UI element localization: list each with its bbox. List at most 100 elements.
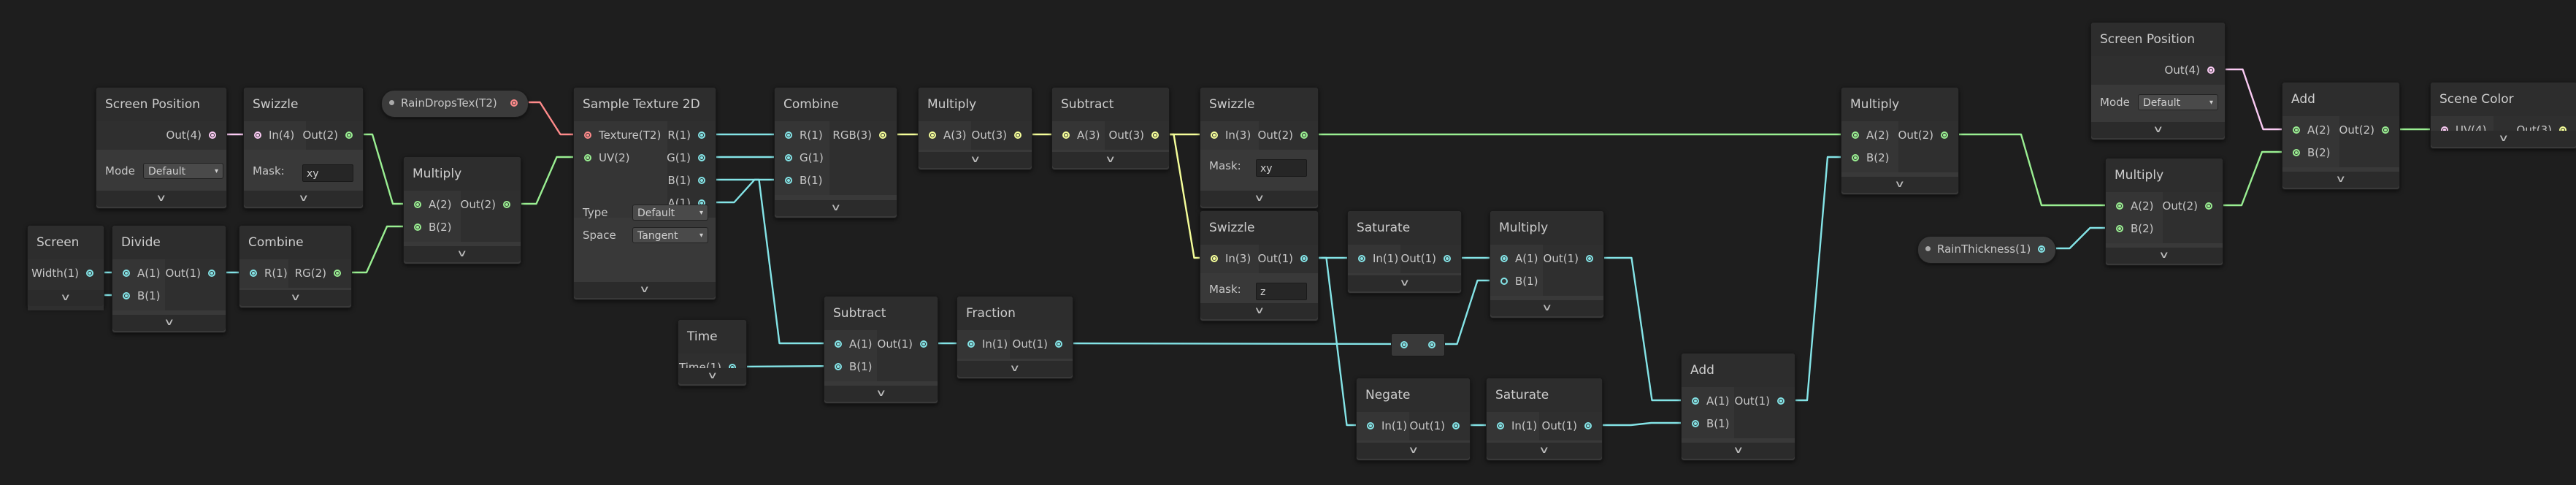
expand-toggle[interactable]: ∨ bbox=[404, 246, 521, 262]
input-port-a[interactable]: A(3) bbox=[919, 124, 967, 146]
input-port-in[interactable]: In(1) bbox=[1348, 248, 1398, 270]
port-connector-icon[interactable] bbox=[1777, 397, 1785, 405]
input-port-b[interactable]: B(1) bbox=[1490, 270, 1538, 292]
input-port-b[interactable]: B(2) bbox=[2282, 142, 2331, 164]
port-connector-icon[interactable] bbox=[254, 131, 261, 139]
port-connector-icon[interactable] bbox=[510, 99, 518, 107]
wire-v2[interactable] bbox=[1944, 133, 2119, 207]
port-connector-icon[interactable] bbox=[1584, 422, 1592, 429]
port-connector-icon[interactable] bbox=[1500, 278, 1508, 285]
space-dropdown[interactable]: Tangent ▾ bbox=[632, 227, 708, 243]
output-port-out[interactable]: Out(2) bbox=[2163, 195, 2223, 217]
expand-toggle[interactable]: ∨ bbox=[1348, 275, 1461, 291]
expand-toggle[interactable]: ∨ bbox=[2282, 172, 2399, 188]
port-connector-icon[interactable] bbox=[1497, 422, 1504, 429]
port-connector-icon[interactable] bbox=[208, 270, 215, 277]
port-connector-icon[interactable] bbox=[2293, 149, 2300, 156]
port-connector-icon[interactable] bbox=[209, 131, 216, 139]
node-add-2[interactable]: Add A(2) B(2) Out(2) ∨ bbox=[2282, 82, 2400, 190]
expand-toggle[interactable]: ∨ bbox=[112, 315, 226, 331]
expand-toggle[interactable]: ∨ bbox=[824, 386, 938, 402]
expand-toggle[interactable]: ∨ bbox=[28, 290, 104, 306]
node-saturate-2[interactable]: Saturate In(1) Out(1) ∨ bbox=[1486, 378, 1603, 461]
output-port-out[interactable]: Out(1) bbox=[1258, 248, 1318, 270]
input-port-b[interactable]: B(1) bbox=[824, 356, 873, 378]
port-connector-icon[interactable] bbox=[1400, 341, 1408, 348]
input-port-b[interactable]: B(1) bbox=[775, 169, 823, 191]
output-port-out[interactable]: Out(1) bbox=[166, 262, 226, 284]
expand-toggle[interactable]: ∨ bbox=[919, 152, 1032, 168]
input-port-uv[interactable]: UV(2) bbox=[574, 147, 630, 169]
expand-toggle[interactable]: ∨ bbox=[678, 368, 746, 384]
output-port-out[interactable]: Out(1) bbox=[1410, 415, 1470, 437]
output-port-out[interactable]: Out(2) bbox=[1258, 124, 1318, 146]
input-port-in[interactable]: In(1) bbox=[1357, 415, 1407, 437]
expand-toggle[interactable]: ∨ bbox=[1200, 303, 1318, 319]
node-multiply-3[interactable]: Multiply A(1) B(1) Out(1) ∨ bbox=[1490, 210, 1604, 318]
node-swizzle-1[interactable]: Swizzle In(4) Out(2) Mask: xy ∨ bbox=[243, 87, 364, 209]
port-connector-icon[interactable] bbox=[86, 270, 93, 277]
expand-toggle[interactable]: ∨ bbox=[244, 191, 363, 207]
wire-v1[interactable] bbox=[731, 364, 838, 368]
port-connector-icon[interactable] bbox=[1151, 131, 1159, 139]
port-connector-icon[interactable] bbox=[698, 177, 705, 184]
shader-graph-canvas[interactable]: Screen Position Out(4) Mode Default ▾ ∨ Swizzl… bbox=[0, 0, 2576, 485]
port-connector-icon[interactable] bbox=[2038, 245, 2045, 253]
port-connector-icon[interactable] bbox=[584, 131, 591, 139]
port-connector-icon[interactable] bbox=[250, 270, 257, 277]
mask-field[interactable]: xy bbox=[302, 164, 353, 182]
mode-dropdown[interactable]: Default ▾ bbox=[2138, 94, 2218, 110]
expand-toggle[interactable]: ∨ bbox=[1200, 191, 1318, 207]
output-port-rgb[interactable]: RGB(3) bbox=[832, 124, 897, 146]
port-connector-icon[interactable] bbox=[414, 201, 421, 208]
expand-toggle[interactable]: ∨ bbox=[239, 290, 351, 306]
output-port-width[interactable]: Width(1) bbox=[31, 262, 104, 284]
output-port-out[interactable]: Out(1) bbox=[1401, 248, 1461, 270]
port-connector-icon[interactable] bbox=[1367, 422, 1374, 429]
input-port-a[interactable]: A(2) bbox=[2282, 119, 2331, 141]
input-port-in[interactable]: In(1) bbox=[957, 333, 1008, 355]
port-connector-icon[interactable] bbox=[835, 340, 842, 348]
port-connector-icon[interactable] bbox=[698, 154, 705, 161]
input-port-a[interactable]: A(2) bbox=[2106, 195, 2154, 217]
node-screen-position-2[interactable]: Screen Position Out(4) Mode Default ▾ ∨ bbox=[2090, 22, 2226, 140]
output-port-out[interactable]: Out(3) bbox=[1109, 124, 1169, 146]
port-connector-icon[interactable] bbox=[1428, 341, 1435, 348]
output-port-out[interactable]: Out(1) bbox=[1542, 415, 1602, 437]
input-port-b[interactable]: B(2) bbox=[404, 216, 452, 238]
node-divide[interactable]: Divide A(1) B(1) Out(1) ∨ bbox=[112, 225, 226, 333]
node-multiply-4[interactable]: Multiply A(2) B(2) Out(2) ∨ bbox=[1841, 87, 1959, 195]
port-connector-icon[interactable] bbox=[1500, 255, 1508, 262]
output-port-out[interactable]: Out(4) bbox=[2165, 59, 2225, 81]
port-connector-icon[interactable] bbox=[1852, 154, 1859, 161]
node-swizzle-2[interactable]: Swizzle In(3) Out(2) Mask: xy ∨ bbox=[1200, 87, 1319, 209]
input-port-in[interactable]: In(3) bbox=[1200, 248, 1251, 270]
node-multiply-2[interactable]: Multiply A(3) Out(3) ∨ bbox=[918, 87, 1032, 170]
port-connector-icon[interactable] bbox=[785, 177, 792, 184]
port-connector-icon[interactable] bbox=[2207, 66, 2215, 74]
port-connector-icon[interactable] bbox=[1300, 131, 1308, 139]
node-subtract-2[interactable]: Subtract A(1) B(1) Out(1) ∨ bbox=[824, 296, 938, 404]
input-port-in[interactable]: In(1) bbox=[1487, 415, 1537, 437]
port-connector-icon[interactable] bbox=[967, 340, 975, 348]
output-port-rg[interactable]: RG(2) bbox=[295, 262, 351, 284]
wire-v1[interactable] bbox=[1589, 256, 1695, 402]
port-connector-icon[interactable] bbox=[785, 154, 792, 161]
node-multiply-1[interactable]: Multiply A(2) B(2) Out(2) ∨ bbox=[403, 156, 521, 264]
node-sample-texture-2d[interactable]: Sample Texture 2D Texture(T2) UV(2) R(1) G(1… bbox=[573, 87, 716, 300]
mask-field[interactable]: z bbox=[1256, 283, 1307, 300]
input-port-in[interactable]: In(3) bbox=[1200, 124, 1251, 146]
expand-toggle[interactable]: ∨ bbox=[2091, 122, 2225, 138]
input-port-g[interactable]: G(1) bbox=[775, 147, 824, 169]
output-port-out[interactable]: Out(1) bbox=[1735, 390, 1795, 412]
port-connector-icon[interactable] bbox=[929, 131, 936, 139]
port-connector-icon[interactable] bbox=[2116, 225, 2123, 232]
port-connector-icon[interactable] bbox=[698, 131, 705, 139]
expand-toggle[interactable]: ∨ bbox=[1357, 443, 1470, 459]
mask-field[interactable]: xy bbox=[1256, 159, 1307, 177]
port-connector-icon[interactable] bbox=[414, 224, 421, 231]
output-port-out[interactable]: Out(2) bbox=[303, 124, 363, 146]
node-combine-1[interactable]: Combine R(1) RG(2) ∨ bbox=[239, 225, 352, 308]
input-port-texture[interactable]: Texture(T2) bbox=[574, 124, 661, 146]
output-port-r[interactable]: R(1) bbox=[667, 124, 716, 146]
